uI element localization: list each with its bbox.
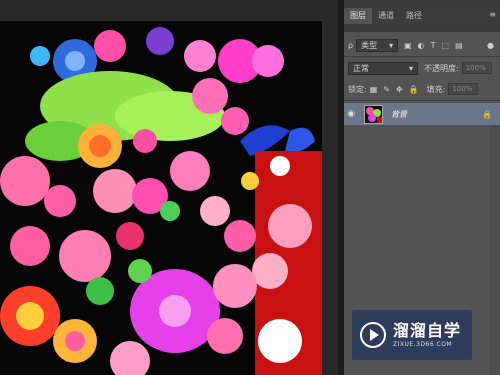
layer-row-background[interactable]: ◉ 背景 🔒 (344, 103, 500, 125)
watermark-text: 溜溜自学 ZIXUE.3D66.COM (393, 320, 462, 349)
tab-paths[interactable]: 路径 (400, 8, 428, 24)
separator (344, 100, 500, 101)
tab-layers[interactable]: 图层 (344, 8, 372, 24)
blend-row: 正常 ▾ 不透明度: 100% (344, 59, 500, 77)
lock-position-icon[interactable]: ✥ (396, 85, 403, 94)
search-icon: ρ (348, 40, 354, 50)
tab-channels[interactable]: 通道 (372, 8, 400, 24)
separator (344, 56, 500, 57)
eye-icon[interactable]: ◉ (344, 109, 358, 119)
filter-kind-select[interactable]: 类型 ▾ (356, 38, 399, 52)
fill-label: 填充: (426, 84, 446, 94)
filter-row: ρ 类型 ▾ ▣ ◐ T ⬚ ▤ ● (344, 36, 500, 54)
document-canvas-area[interactable] (0, 0, 338, 375)
adjustment-filter-icon[interactable]: ◐ (418, 41, 425, 50)
lock-image-icon[interactable]: ✎ (383, 85, 390, 94)
lock-all-icon[interactable]: 🔒 (409, 85, 419, 94)
filter-kind-label: 类型 (361, 40, 378, 50)
layer-thumbnail (364, 104, 383, 124)
flower-artwork-image[interactable] (0, 21, 322, 375)
lock-icon: 🔒 (482, 109, 492, 119)
shape-filter-icon[interactable]: ⬚ (442, 41, 450, 50)
layers-scrollbar[interactable] (490, 125, 500, 375)
play-logo-icon (360, 322, 386, 348)
chevron-down-icon: ▾ (389, 40, 394, 50)
watermark-url: ZIXUE.3D66.COM (393, 340, 453, 348)
image-filter-icon[interactable]: ▣ (404, 41, 412, 50)
chevron-down-icon: ▾ (408, 63, 413, 73)
lock-transparent-icon[interactable]: ▦ (370, 85, 378, 94)
smart-object-filter-icon[interactable]: ▤ (455, 41, 463, 50)
type-filter-icon[interactable]: T (431, 41, 436, 50)
filter-toggle-icon[interactable]: ● (487, 41, 494, 50)
panel-tabs: 图层 通道 路径 (344, 8, 500, 24)
panel-header-bar: 图层 通道 路径 ≡ (344, 0, 500, 32)
blend-mode-label: 正常 (353, 63, 369, 73)
opacity-label: 不透明度: (424, 63, 459, 73)
fill-input[interactable]: 100% (448, 83, 479, 95)
layer-name[interactable]: 背景 (391, 109, 407, 120)
opacity-input[interactable]: 100% (461, 62, 492, 74)
panel-menu-icon[interactable]: ≡ (489, 10, 496, 19)
lock-label: 锁定: (348, 84, 367, 94)
lock-row: 锁定: ▦ ✎ ✥ 🔒 填充: 100% (344, 80, 500, 98)
watermark-title: 溜溜自学 (393, 320, 462, 340)
watermark-badge: 溜溜自学 ZIXUE.3D66.COM (352, 310, 472, 360)
blend-mode-select[interactable]: 正常 ▾ (348, 61, 418, 75)
